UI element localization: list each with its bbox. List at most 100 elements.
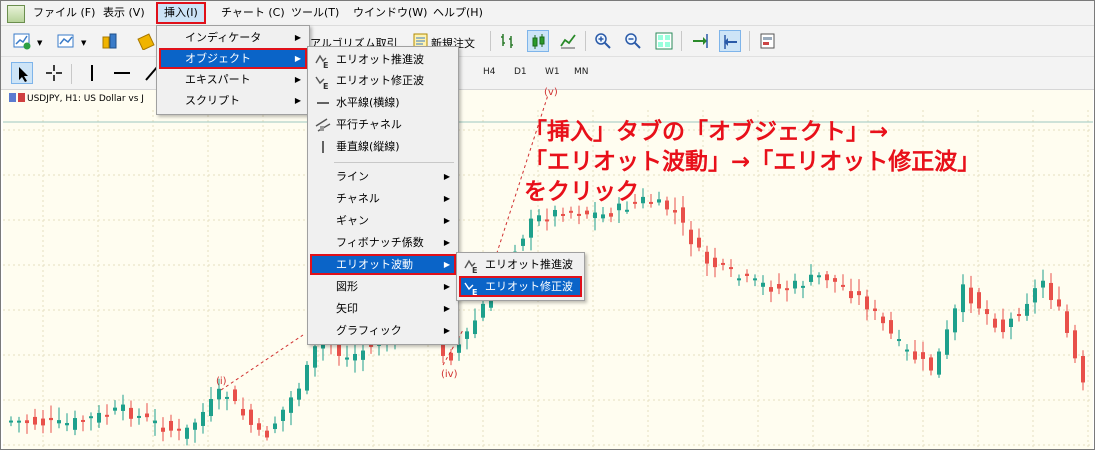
candle-body [681, 207, 685, 223]
dropdown-arrow-icon[interactable]: ▼ [37, 39, 42, 47]
parallel-channel-icon [315, 118, 331, 132]
objects-menu-arrows[interactable]: 矢印 ▶ [310, 298, 456, 319]
menu-insert[interactable]: 挿入(I) [156, 2, 206, 24]
cursor-icon[interactable] [11, 62, 33, 84]
zoom-in-icon[interactable] [592, 30, 614, 52]
candle-body [153, 420, 157, 424]
menu-file[interactable]: ファイル (F) [27, 4, 101, 22]
candle-body [609, 213, 613, 217]
candle-body [921, 352, 925, 359]
candle-body [865, 296, 869, 310]
candle-body [57, 420, 61, 424]
profiles-icon[interactable] [55, 30, 77, 52]
candle-body [9, 420, 13, 423]
crosshair-icon[interactable] [43, 62, 65, 84]
candle-body [1033, 288, 1037, 303]
objects-menu-gann[interactable]: ギャン ▶ [310, 210, 456, 231]
vertical-line-tool-icon[interactable] [81, 62, 103, 84]
objects-menu-fibonacci[interactable]: フィボナッチ係数 ▶ [310, 232, 456, 253]
candle-body [529, 218, 533, 238]
insert-menu-scripts[interactable]: スクリプト ▶ [159, 90, 307, 111]
candlestick-chart-icon[interactable] [527, 30, 549, 52]
objects-menu-elliott-correction[interactable]: E エリオット修正波 [310, 70, 456, 91]
candle-body [129, 407, 133, 419]
wave-label-iv: (iv) [441, 369, 458, 380]
candle-body [561, 213, 565, 216]
line-chart-icon[interactable] [557, 30, 579, 52]
menu-view[interactable]: 表示 (V) [97, 4, 151, 22]
candle-body [49, 417, 53, 421]
toolbar-separator [490, 31, 491, 51]
chart-title-text: USDJPY, H1: US Dollar vs J [27, 94, 144, 104]
dropdown-arrow-icon[interactable]: ▼ [81, 39, 86, 47]
zoom-out-icon[interactable] [622, 30, 644, 52]
wave-label-i: (i) [216, 376, 227, 387]
candle-body [289, 397, 293, 413]
objects-menu-lines[interactable]: ライン ▶ [310, 166, 456, 187]
candle-body [849, 291, 853, 299]
candle-body [257, 423, 261, 430]
objects-menu-shapes[interactable]: 図形 ▶ [310, 276, 456, 297]
candle-body [593, 212, 597, 219]
objects-menu-graphics[interactable]: グラフィック ▶ [310, 320, 456, 341]
menu-window[interactable]: ウインドウ(W) [347, 4, 433, 22]
candle-body [481, 303, 485, 318]
vertical-line-icon [322, 141, 324, 153]
objects-menu-elliott-impulse[interactable]: E エリオット推進波 [310, 49, 456, 70]
timeframe-w1[interactable]: W1 [545, 67, 560, 77]
candle-body [793, 280, 797, 289]
timeframe-h4[interactable]: H4 [483, 67, 496, 77]
terminal-icon[interactable] [135, 30, 157, 52]
menu-help[interactable]: ヘルプ(H) [427, 4, 489, 22]
candle-body [625, 209, 629, 212]
candle-body [713, 257, 717, 268]
horizontal-line-tool-icon[interactable] [111, 62, 133, 84]
timeframe-d1[interactable]: D1 [514, 67, 527, 77]
candle-body [249, 409, 253, 425]
candle-body [169, 420, 173, 431]
instruction-line-1: 「挿入」タブの「オブジェクト」→ [524, 119, 889, 145]
horizontal-line-icon [317, 102, 329, 104]
templates-icon[interactable] [757, 30, 779, 52]
auto-scroll-icon[interactable] [689, 30, 711, 52]
objects-menu-horizontal-line[interactable]: 水平線(横線) [310, 92, 456, 113]
candle-body [209, 399, 213, 417]
candle-body [457, 344, 461, 353]
candle-body [73, 418, 77, 430]
candle-body [881, 316, 885, 324]
candle-body [241, 408, 245, 416]
candle-body [553, 209, 557, 217]
candle-body [521, 238, 525, 246]
candle-body [193, 422, 197, 430]
objects-menu-vertical-line[interactable]: 垂直線(縦線) [310, 136, 456, 157]
elliott-menu-correction[interactable]: E エリオット修正波 [459, 276, 582, 297]
menu-tools[interactable]: ツール(T) [285, 4, 345, 22]
bar-chart-icon[interactable] [497, 30, 519, 52]
candle-body [81, 419, 85, 422]
svg-text:E: E [323, 61, 328, 68]
objects-menu-elliott-waves[interactable]: エリオット波動 ▶ [310, 254, 456, 275]
market-watch-icon[interactable] [99, 30, 121, 52]
candle-body [905, 349, 909, 352]
candle-body [673, 210, 677, 213]
insert-menu-objects[interactable]: オブジェクト ▶ [159, 48, 307, 69]
candle-body [825, 274, 829, 281]
timeframe-mn[interactable]: MN [574, 67, 589, 77]
candle-body [1065, 311, 1069, 333]
candle-body [105, 414, 109, 417]
elliott-menu-impulse[interactable]: E エリオット推進波 [459, 254, 582, 275]
candle-body [889, 320, 893, 334]
candle-body [33, 416, 37, 425]
menu-chart[interactable]: チャート (C) [215, 4, 291, 22]
chart-shift-icon[interactable] [719, 30, 741, 52]
candle-body [761, 282, 765, 287]
objects-menu-parallel-channel[interactable]: 平行チャネル [310, 114, 456, 135]
candle-body [857, 291, 861, 296]
candle-body [737, 278, 741, 281]
insert-menu-experts[interactable]: エキスパート ▶ [159, 69, 307, 90]
tile-windows-icon[interactable] [653, 30, 675, 52]
insert-menu-indicators[interactable]: インディケータ ▶ [159, 27, 307, 48]
objects-menu-channels[interactable]: チャネル ▶ [310, 188, 456, 209]
candle-body [1057, 299, 1061, 307]
new-chart-icon[interactable] [11, 30, 33, 52]
